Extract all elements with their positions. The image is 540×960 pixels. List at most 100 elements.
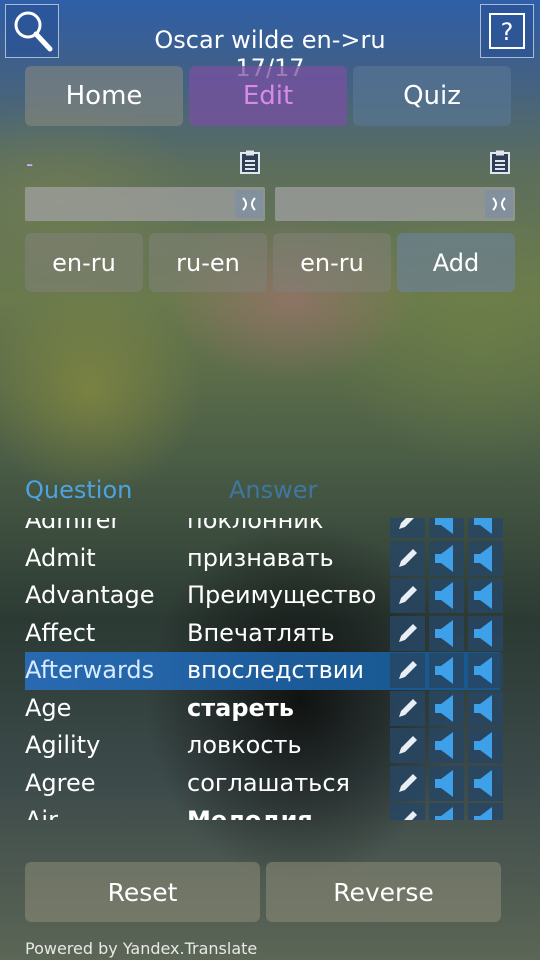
svg-text:?: ? (501, 18, 514, 46)
edit-button[interactable] (390, 540, 425, 576)
list-item-selected[interactable]: Afterwards впоследствии (0, 652, 540, 690)
answer-text: Преимущество (187, 581, 377, 609)
reset-button[interactable]: Reset (25, 862, 260, 922)
clear-question-button[interactable] (235, 190, 263, 218)
speaker-icon (474, 807, 492, 820)
speak-answer-button[interactable] (468, 615, 503, 651)
speak-answer-button[interactable] (468, 803, 503, 820)
answer-text: впоследствии (187, 656, 364, 684)
question-text: Air (25, 806, 58, 820)
question-field (25, 187, 265, 221)
speaker-icon (474, 657, 492, 684)
question-header[interactable]: Question (25, 476, 132, 504)
edit-button[interactable] (390, 690, 425, 726)
speak-answer-button[interactable] (468, 653, 503, 688)
speak-question-button[interactable] (429, 765, 464, 801)
search-icon (14, 11, 53, 52)
question-text: Admit (25, 543, 96, 572)
edit-button[interactable] (390, 728, 425, 763)
speaker-icon (435, 582, 453, 609)
question-text: Agree (25, 768, 96, 797)
answer-text: Впечатлять (187, 618, 335, 647)
speak-question-button[interactable] (429, 690, 464, 726)
pencil-icon (404, 811, 417, 820)
reverse-button[interactable]: Reverse (266, 862, 501, 922)
pencil-icon (399, 773, 417, 792)
answer-header[interactable]: Answer (229, 476, 317, 504)
word-list[interactable]: Admirer поклонник Admit признавать Advan… (0, 518, 540, 820)
add-button[interactable]: Add (397, 233, 515, 292)
list-item[interactable]: Agree соглашаться (0, 765, 540, 803)
speak-question-button[interactable] (429, 728, 464, 763)
speak-question-button[interactable] (429, 803, 464, 820)
speak-answer-button[interactable] (468, 518, 503, 538)
question-text: Agility (25, 731, 101, 759)
help-button[interactable]: ? (480, 4, 534, 58)
list-item[interactable]: Age стареть (0, 690, 540, 728)
question-text: Afterwards (25, 656, 155, 684)
paste-button-left[interactable] (237, 149, 263, 175)
answer-text: ловкость (187, 731, 302, 759)
edit-button[interactable] (390, 615, 425, 651)
tab-home[interactable]: Home (25, 66, 183, 126)
list-item[interactable]: Air Мелодия (0, 802, 540, 820)
tab-quiz[interactable]: Quiz (353, 66, 511, 126)
speaker-icon (474, 769, 492, 797)
edit-button[interactable] (390, 765, 425, 801)
answer-text: стареть (187, 693, 294, 722)
list-item[interactable]: Agility ловкость (0, 727, 540, 765)
tab-edit[interactable]: Edit (189, 66, 347, 126)
edit-button[interactable] (390, 803, 425, 820)
speak-question-button[interactable] (429, 615, 464, 651)
question-input[interactable] (25, 187, 242, 221)
pencil-icon (399, 661, 417, 679)
speak-question-button[interactable] (429, 653, 464, 688)
speak-answer-button[interactable] (468, 540, 503, 576)
pencil-icon (399, 586, 417, 604)
list-item[interactable]: Advantage Преимущество (0, 577, 540, 615)
speak-answer-button[interactable] (468, 690, 503, 726)
speak-question-button[interactable] (429, 518, 464, 538)
clear-icon (242, 197, 256, 211)
pencil-icon (399, 698, 417, 717)
list-item[interactable]: Admit признавать (0, 540, 540, 578)
speaker-icon (435, 694, 453, 722)
speak-answer-button[interactable] (468, 578, 503, 613)
speak-answer-button[interactable] (468, 765, 503, 801)
list-item[interactable]: Admirer поклонник (0, 518, 540, 540)
speak-question-button[interactable] (429, 578, 464, 613)
clipboard-icon (240, 150, 260, 174)
search-button[interactable] (5, 4, 59, 58)
paste-button-right[interactable] (487, 149, 513, 175)
list-item[interactable]: Affect Впечатлять (0, 615, 540, 653)
pencil-icon (399, 736, 417, 754)
answer-text: поклонник (187, 518, 324, 534)
question-text: Affect (25, 618, 96, 647)
powered-by-text[interactable]: Powered by Yandex.Translate (25, 939, 257, 958)
translate-ru-en-button[interactable]: ru-en (149, 233, 267, 292)
speaker-icon (435, 807, 453, 820)
status-dash: - (26, 152, 34, 176)
edit-button[interactable] (390, 518, 425, 538)
edit-button[interactable] (390, 653, 425, 688)
question-text: Advantage (25, 581, 155, 609)
speak-answer-button[interactable] (468, 728, 503, 763)
clipboard-icon (490, 150, 510, 174)
edit-button[interactable] (390, 578, 425, 613)
answer-text: признавать (187, 543, 334, 572)
clear-answer-button[interactable] (485, 190, 513, 218)
translate-en-ru-button[interactable]: en-ru (25, 233, 143, 292)
speaker-icon (435, 544, 453, 572)
speak-question-button[interactable] (429, 540, 464, 576)
speaker-icon (435, 518, 453, 534)
speaker-icon (474, 544, 492, 572)
answer-text: Мелодия (187, 806, 313, 820)
clear-icon (492, 197, 506, 211)
translate-en-ru-button-2[interactable]: en-ru (273, 233, 391, 292)
answer-field (275, 187, 515, 221)
speaker-icon (435, 732, 453, 759)
answer-input[interactable] (275, 187, 492, 221)
top-bar: Oscar wilde en->ru 17/17 ? (0, 0, 540, 82)
speaker-icon (474, 694, 492, 722)
speaker-icon (474, 619, 492, 647)
